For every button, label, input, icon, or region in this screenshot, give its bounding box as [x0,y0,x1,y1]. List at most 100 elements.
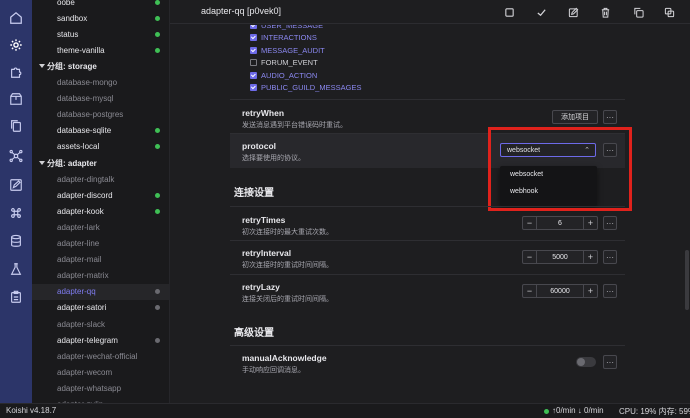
sidebar-item-label: adapter-wecom [57,367,113,377]
checkbox-label: INTERACTIONS [261,33,317,42]
add-item-button[interactable]: 添加项目 [552,110,598,124]
section-title-advanced: 高级设置 [234,328,274,339]
retry-interval-stepper[interactable]: − 5000 + [522,250,598,264]
trash-icon[interactable] [598,5,612,19]
clone-icon[interactable] [662,5,676,19]
decrement-button[interactable]: − [523,285,537,297]
setting-desc: 发送消息遇到平台错误码时重试。 [242,122,347,129]
setting-desc: 连接关闭后的重试时间间隔。 [242,296,333,303]
stop-icon[interactable] [502,5,516,19]
checkbox[interactable] [250,84,257,91]
sidebar-item[interactable]: adapter-satori [32,300,169,316]
increment-button[interactable]: + [583,217,597,229]
sidebar-group[interactable]: 分组: storage [32,58,169,74]
clipboard-icon[interactable] [8,289,24,305]
sidebar-item-label: adapter-satori [57,303,107,313]
edit-icon[interactable] [566,5,580,19]
section-title-connection: 连接设置 [234,188,274,199]
sidebar-item[interactable]: database-sqlite [32,123,169,139]
checkbox[interactable] [250,46,257,54]
stepper-value[interactable]: 6 [537,220,583,227]
sidebar-item[interactable]: oobe [32,0,169,10]
more-button[interactable]: ··· [603,284,617,298]
sidebar-item[interactable]: assets-local [32,139,169,155]
sidebar-item[interactable]: database-postgres [32,107,169,123]
decrement-button[interactable]: − [523,217,537,229]
sidebar-item[interactable]: adapter-qq [32,283,169,300]
sidebar-item[interactable]: theme-vanilla [32,42,169,58]
checkbox-label: FORUM_EVENT [261,58,318,67]
sidebar-item-label: adapter-line [57,239,100,248]
setting-desc: 初次连接时的最大重试次数。 [242,229,333,236]
caret-down-icon [39,161,45,165]
puzzle-icon[interactable] [8,64,24,80]
retry-lazy-stepper[interactable]: − 60000 + [522,284,598,298]
sidebar-item[interactable]: adapter-slack [32,316,169,332]
status-bar: Koishi v4.18.7 ↑0/min ↓ 0/min CPU: 19% 内… [0,403,690,418]
decrement-button[interactable]: − [523,251,537,263]
more-button[interactable]: ··· [603,110,617,124]
stepper-value[interactable]: 5000 [537,254,583,261]
sidebar-item-label: adapter-mail [57,255,102,265]
setting-desc: 手动响应回调消息。 [242,367,305,374]
manual-acknowledge-toggle[interactable] [576,357,596,367]
increment-button[interactable]: + [583,251,597,263]
sidebar-item[interactable]: status [32,26,169,42]
page-title: adapter-qq [p0vek0] [201,6,282,16]
setting-retry-interval: retryInterval 初次连接时的重试时间间隔。 − 5000 + ··· [230,240,625,274]
check-icon[interactable] [534,5,548,19]
checkbox[interactable] [250,59,257,66]
sidebar-item[interactable]: adapter-kook [32,203,169,219]
sidebar-item[interactable]: adapter-discord [32,187,169,203]
intent-checkbox-row[interactable]: MESSAGE_AUDIT [250,44,325,56]
sidebar-item[interactable]: adapter-whatsapp [32,380,169,396]
checkbox-label: USER_MESSAGE [261,25,324,30]
sidebar-item[interactable]: adapter-dingtalk [32,171,169,187]
sidebar-item[interactable]: adapter-mail [32,252,169,268]
database-icon[interactable] [8,233,24,249]
intent-checkbox-row[interactable]: FORUM_EVENT [250,57,318,69]
stepper-value[interactable]: 60000 [537,288,583,295]
sidebar-item-label: adapter-kook [57,206,104,216]
more-button[interactable]: ··· [603,250,617,264]
sidebar-item-label: sandbox [57,13,88,23]
sidebar-item[interactable]: adapter-matrix [32,268,169,284]
copy-icon[interactable] [8,118,24,134]
checkbox[interactable] [250,25,257,29]
more-button[interactable]: ··· [603,355,617,369]
sidebar-item[interactable]: adapter-telegram [32,332,169,348]
home-icon[interactable] [8,10,24,26]
sidebar-item[interactable]: sandbox [32,10,169,26]
intent-checkbox-row[interactable]: AUDIO_ACTION [250,69,317,81]
scrollbar-thumb[interactable] [685,250,689,310]
copy-icon[interactable] [631,5,645,19]
sidebar-item-label: database-sqlite [57,126,112,136]
sidebar-group[interactable]: 分组: adapter [32,155,169,171]
sidebar-item[interactable]: adapter-lark [32,219,169,235]
checkbox[interactable] [250,34,257,41]
edit-icon[interactable] [8,177,24,193]
setting-manual-acknowledge: manualAcknowledge 手动响应回调消息。 ··· [230,345,625,379]
increment-button[interactable]: + [583,285,597,297]
command-icon[interactable] [8,205,24,221]
flask-icon[interactable] [8,261,24,277]
sidebar-item[interactable]: adapter-wecom [32,364,169,380]
package-icon[interactable] [8,91,24,107]
share-icon[interactable] [8,148,24,164]
intent-checkbox-row[interactable]: INTERACTIONS [250,32,317,44]
status-dot [155,337,160,343]
sidebar-item[interactable]: database-mysql [32,91,169,107]
retry-times-stepper[interactable]: − 6 + [522,216,598,230]
more-button[interactable]: ··· [603,216,617,230]
intent-checkbox-row[interactable]: PUBLIC_GUILD_MESSAGES [250,82,361,94]
sidebar-item[interactable]: adapter-line [32,236,169,252]
sidebar-item-label: adapter-lark [57,222,100,232]
sidebar-item[interactable]: database-mongo [32,75,169,91]
checkbox[interactable] [250,71,257,79]
sidebar-item-label: assets-local [57,142,100,152]
checkbox-label: MESSAGE_AUDIT [261,45,325,55]
settings-icon[interactable] [8,37,24,53]
intent-checkbox-row[interactable]: USER_MESSAGE [250,25,323,31]
sidebar-item[interactable]: adapter-wechat-official [32,348,169,364]
scrollbar[interactable] [684,25,690,403]
